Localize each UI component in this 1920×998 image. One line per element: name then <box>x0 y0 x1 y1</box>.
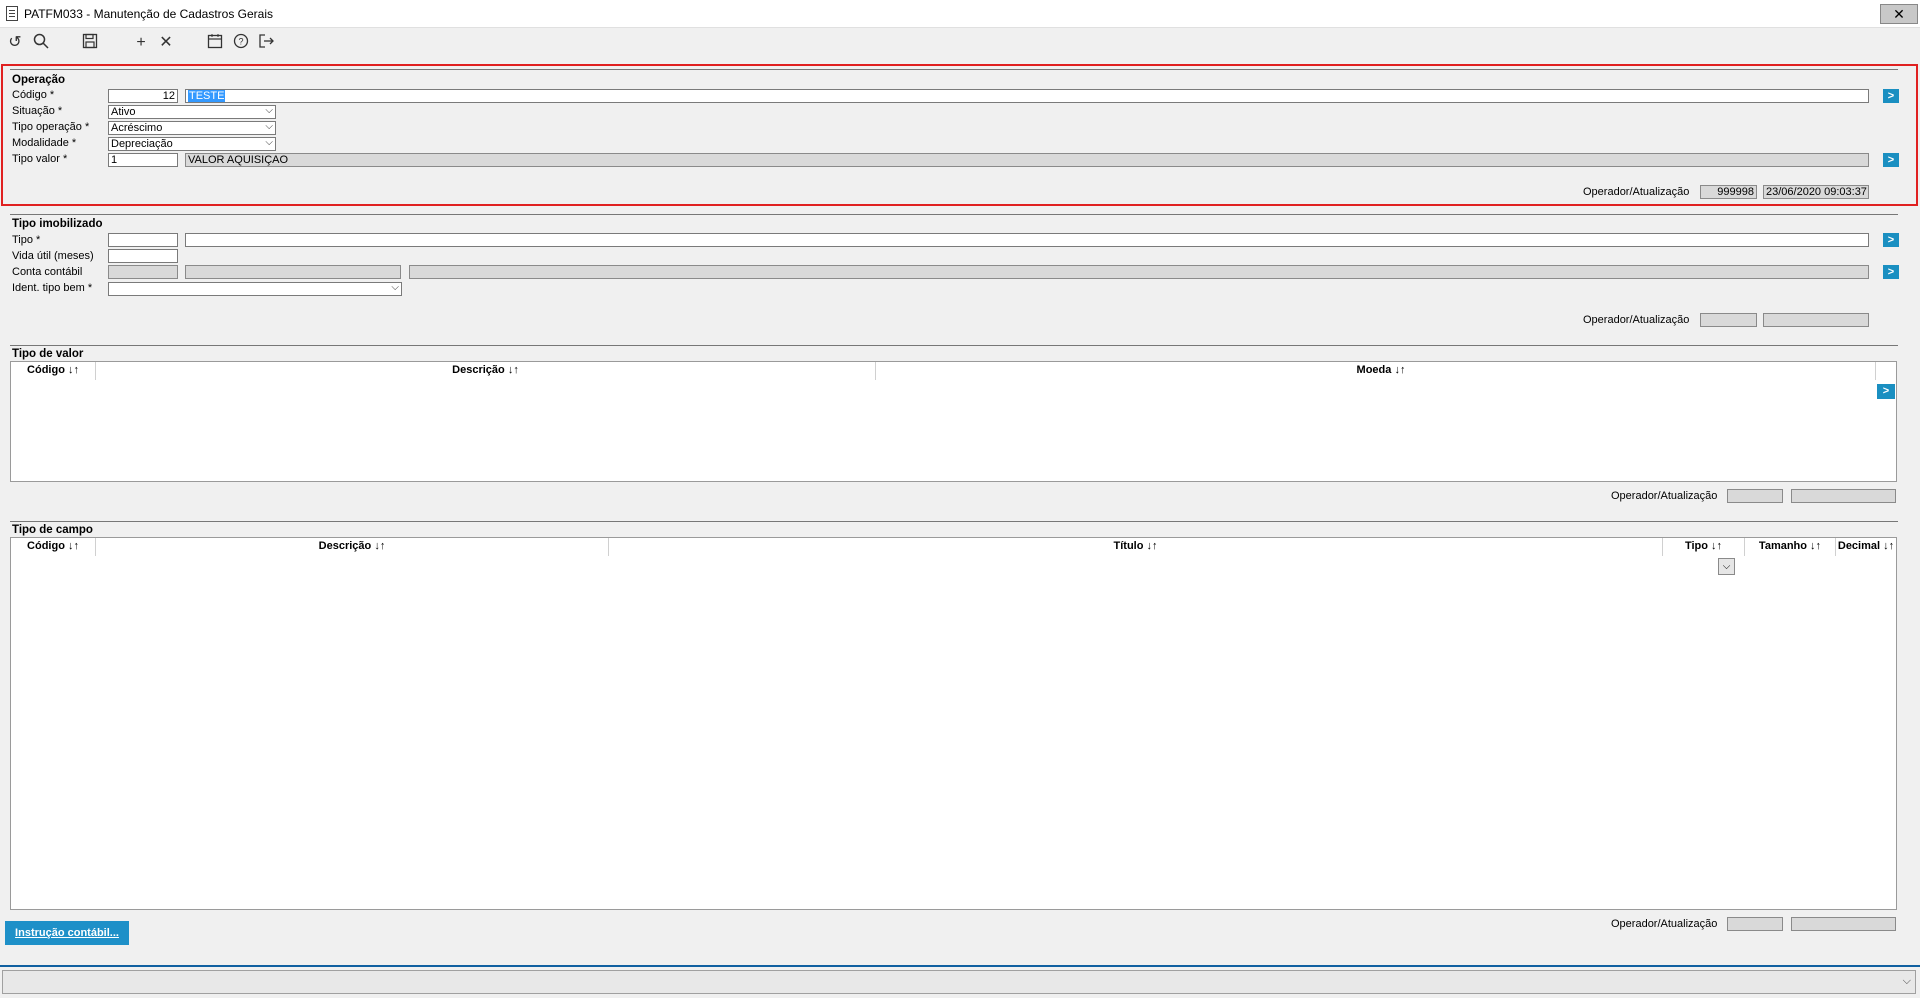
atualizacao-field <box>1791 489 1896 503</box>
chevron-down-icon: ⌵ <box>265 137 273 148</box>
section-title-tipo-campo: Tipo de campo <box>12 524 93 536</box>
window-bottom-border <box>0 965 1920 967</box>
exit-icon[interactable] <box>256 33 276 53</box>
modalidade-label: Modalidade * <box>12 137 77 149</box>
operador-label: Operador/Atualização <box>1611 490 1718 502</box>
codigo-label: Código * <box>12 89 55 101</box>
column-separator <box>1875 362 1876 380</box>
column-header-titulo[interactable]: Título ↓↑ <box>609 540 1662 552</box>
tipo-valor-grid[interactable]: Código ↓↑ Descrição ↓↑ Moeda ↓↑ > <box>10 361 1897 482</box>
situacao-value: Ativo <box>111 106 136 118</box>
operacao-highlight-box <box>1 64 1918 206</box>
codigo-lookup-button[interactable]: > <box>1883 89 1899 103</box>
tipo-valor-go-button[interactable]: > <box>1877 384 1895 399</box>
column-header-codigo[interactable]: Código ↓↑ <box>11 540 95 552</box>
column-header-descricao[interactable]: Descrição ↓↑ <box>96 540 608 552</box>
operador-field <box>1700 313 1757 327</box>
operador-field <box>1727 917 1783 931</box>
save-icon[interactable] <box>80 33 100 53</box>
title-bar: PATFM033 - Manutenção de Cadastros Gerai… <box>0 0 1920 28</box>
tipo-campo-grid[interactable]: Código ↓↑ Descrição ↓↑ Título ↓↑ Tipo ↓↑… <box>10 537 1897 910</box>
tipo-valor-description: VALOR AQUISIÇAO <box>185 153 1869 167</box>
operador-field <box>1727 489 1783 503</box>
modalidade-value: Depreciação <box>111 138 173 150</box>
refresh-icon[interactable]: ↺ <box>5 33 25 53</box>
divider <box>10 345 1898 346</box>
tipo-valor-lookup-button[interactable]: > <box>1883 153 1899 167</box>
help-icon[interactable]: ? <box>231 33 251 53</box>
operador-label: Operador/Atualização <box>1583 314 1690 326</box>
tipo-operacao-select[interactable]: Acréscimo ⌵ <box>108 121 276 135</box>
column-header-moeda[interactable]: Moeda ↓↑ <box>876 364 1886 376</box>
section-title-operacao: Operação <box>12 74 66 86</box>
operador-label: Operador/Atualização <box>1611 918 1718 930</box>
atualizacao-field <box>1791 917 1896 931</box>
add-icon[interactable]: + <box>131 33 151 53</box>
divider <box>10 521 1898 522</box>
tipo-valor-label: Tipo valor * <box>12 153 68 165</box>
search-icon[interactable] <box>31 33 51 53</box>
conta-contabil-label: Conta contábil <box>12 266 83 278</box>
column-header-codigo[interactable]: Código ↓↑ <box>11 364 95 376</box>
close-button[interactable]: ✕ <box>1880 4 1918 24</box>
situacao-label: Situação * <box>12 105 63 117</box>
tipo-dropdown-button[interactable]: ⌵ <box>1718 558 1735 575</box>
atualizacao-field: 23/06/2020 09:03:37 <box>1763 185 1869 199</box>
window-title: PATFM033 - Manutenção de Cadastros Gerai… <box>24 7 273 21</box>
tipo-label: Tipo * <box>12 234 41 246</box>
modalidade-select[interactable]: Depreciação ⌵ <box>108 137 276 151</box>
codigo-description-text: TESTE <box>188 90 226 102</box>
column-header-tipo[interactable]: Tipo ↓↑ <box>1663 540 1744 552</box>
tipo-description-field[interactable] <box>185 233 1869 247</box>
tipo-valor-field[interactable]: 1 <box>108 153 178 167</box>
chevron-down-icon: ⌵ <box>265 105 273 116</box>
tipo-lookup-button[interactable]: > <box>1883 233 1899 247</box>
chevron-down-icon: ⌵ <box>391 282 399 293</box>
delete-icon[interactable]: ✕ <box>156 33 176 53</box>
ident-tipo-bem-select[interactable]: ⌵ <box>108 282 402 296</box>
section-title-tipo-valor: Tipo de valor <box>12 348 84 360</box>
chevron-down-icon: ⌵ <box>265 121 273 132</box>
tipo-operacao-label: Tipo operação * <box>12 121 90 133</box>
column-header-descricao[interactable]: Descrição ↓↑ <box>96 364 875 376</box>
divider <box>10 214 1898 215</box>
instrucao-contabil-button[interactable]: Instrução contábil... <box>5 921 129 945</box>
svg-text:?: ? <box>238 37 243 47</box>
chevron-down-icon: ⌵ <box>1722 561 1731 572</box>
operador-label: Operador/Atualização <box>1583 186 1690 198</box>
codigo-description-field[interactable]: TESTE <box>185 89 1869 103</box>
vida-util-label: Vida útil (meses) <box>12 250 94 262</box>
column-header-tamanho[interactable]: Tamanho ↓↑ <box>1745 540 1835 552</box>
divider <box>10 69 1898 70</box>
ident-tipo-bem-label: Ident. tipo bem * <box>12 282 93 294</box>
vida-util-field[interactable] <box>108 249 178 263</box>
operador-field: 999998 <box>1700 185 1757 199</box>
section-title-tipo-imobilizado: Tipo imobilizado <box>12 218 103 230</box>
conta-contabil-description <box>409 265 1869 279</box>
app-icon <box>6 6 18 21</box>
tipo-field[interactable] <box>108 233 178 247</box>
conta-contabil-lookup-button[interactable]: > <box>1883 265 1899 279</box>
status-bar[interactable]: ⌵ <box>2 970 1916 994</box>
situacao-select[interactable]: Ativo ⌵ <box>108 105 276 119</box>
tipo-operacao-value: Acréscimo <box>111 122 163 134</box>
chevron-down-icon[interactable]: ⌵ <box>1903 975 1911 988</box>
atualizacao-field <box>1763 313 1869 327</box>
codigo-field[interactable]: 12 <box>108 89 178 103</box>
toolbar: ↺ + ✕ ? <box>0 28 1920 58</box>
conta-contabil-field <box>108 265 178 279</box>
column-header-decimal[interactable]: Decimal ↓↑ <box>1836 540 1896 552</box>
calendar-icon[interactable] <box>205 33 225 53</box>
conta-contabil-code <box>185 265 401 279</box>
